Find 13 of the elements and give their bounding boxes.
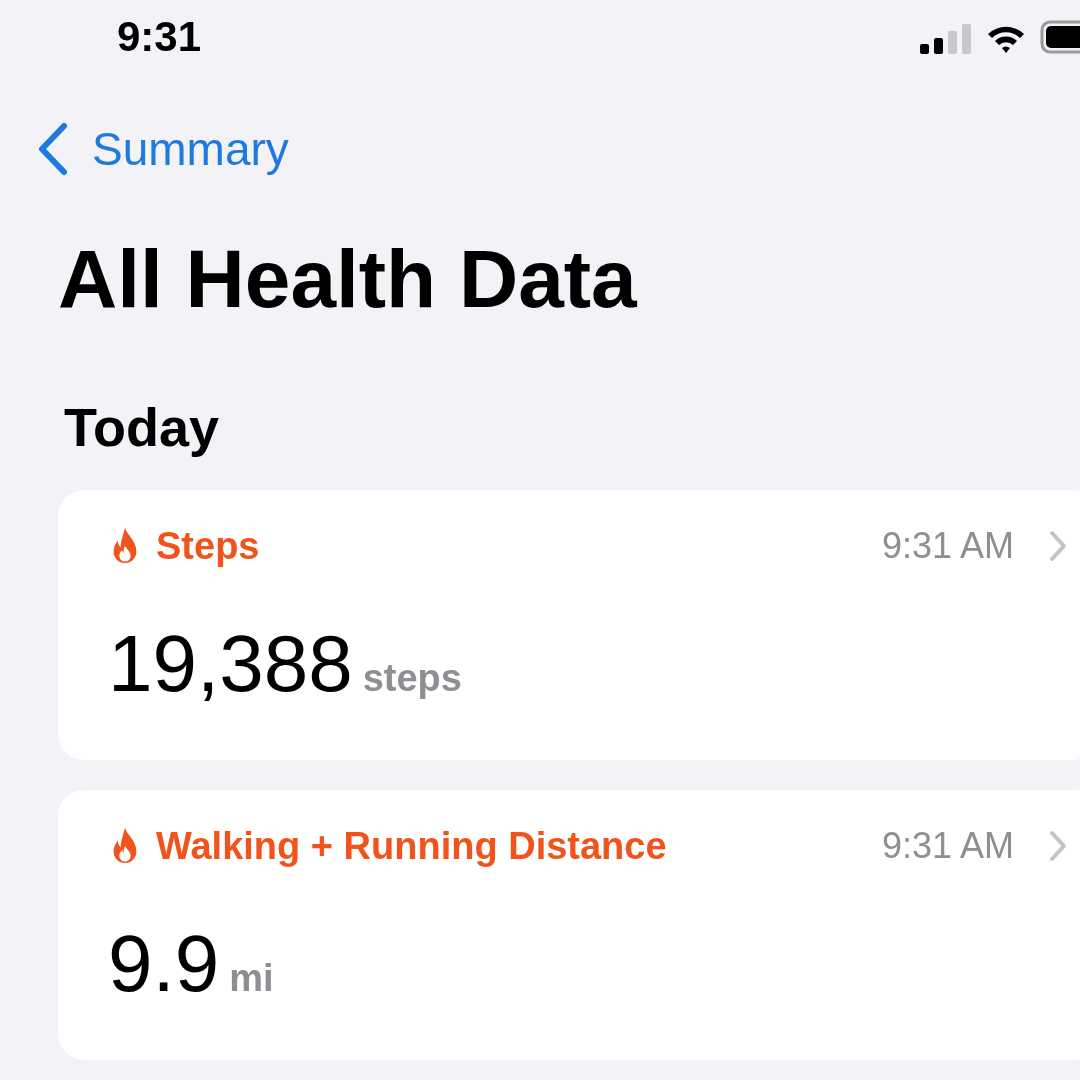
metric-card[interactable]: Steps 9:31 AM 19,388 steps	[58, 490, 1080, 760]
metric-value: 19,388	[108, 624, 353, 704]
metric-label: Steps	[156, 527, 260, 565]
metric-card[interactable]: Walking + Running Distance 9:31 AM 9.9 mi	[58, 790, 1080, 1060]
back-button[interactable]: Summary	[36, 122, 289, 176]
page-title: All Health Data	[58, 238, 638, 320]
metric-time: 9:31 AM	[881, 528, 1014, 564]
metric-value: 9.9	[108, 924, 220, 1004]
metric-unit: steps	[362, 659, 462, 697]
metric-label: Walking + Running Distance	[156, 827, 667, 865]
metric-time: 9:31 AM	[881, 828, 1014, 864]
status-time: 9:31	[117, 16, 202, 58]
metric-unit: mi	[229, 959, 274, 997]
